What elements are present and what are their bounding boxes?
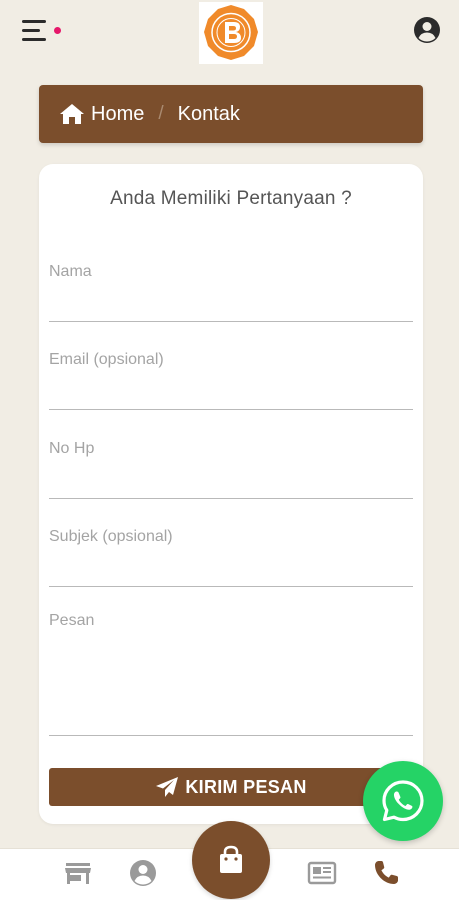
cart-button[interactable]: [192, 821, 270, 899]
phone-field-wrapper: [49, 435, 413, 499]
name-field[interactable]: [49, 258, 413, 322]
email-field-wrapper: [49, 346, 413, 410]
hamburger-menu-icon: [22, 20, 46, 23]
breadcrumb-current: Kontak: [177, 102, 240, 125]
subject-field[interactable]: [49, 523, 413, 587]
store-icon: [65, 863, 91, 884]
account-icon: [130, 860, 156, 886]
hamburger-menu-icon-bar: [22, 38, 46, 41]
subject-field-wrapper: [49, 523, 413, 587]
phone-field[interactable]: [49, 435, 413, 499]
newspaper-icon: [307, 861, 337, 885]
nav-store[interactable]: [62, 857, 94, 889]
logo-icon: [204, 5, 258, 60]
message-field-wrapper: [49, 612, 413, 741]
phone-icon: [375, 861, 398, 884]
email-field[interactable]: [49, 346, 413, 410]
whatsapp-button[interactable]: [363, 761, 443, 841]
whatsapp-icon: [382, 780, 424, 822]
breadcrumb-home-label: Home: [91, 102, 145, 125]
menu-button[interactable]: [20, 18, 64, 44]
nav-account[interactable]: [127, 857, 159, 889]
home-icon: [60, 104, 84, 124]
send-message-button[interactable]: KIRIM PESAN: [49, 768, 413, 806]
message-field[interactable]: [49, 612, 413, 736]
notification-dot: [54, 27, 61, 34]
shopping-bag-icon: [220, 845, 242, 873]
account-circle-icon: [414, 17, 440, 43]
nav-phone[interactable]: [370, 857, 402, 889]
name-field-wrapper: [49, 258, 413, 322]
top-bar: [0, 0, 459, 64]
breadcrumb: Home / Kontak: [39, 85, 423, 143]
form-title: Anda Memiliki Pertanyaan ?: [110, 188, 352, 209]
breadcrumb-home-link[interactable]: Home: [59, 103, 144, 126]
breadcrumb-separator: /: [158, 103, 164, 124]
nav-news[interactable]: [306, 857, 338, 889]
paper-plane-icon: [156, 777, 179, 797]
account-button[interactable]: [412, 15, 442, 45]
brand-logo[interactable]: [199, 2, 263, 64]
hamburger-menu-icon-bar: [22, 29, 40, 32]
send-message-label: KIRIM PESAN: [185, 776, 307, 797]
contact-form-card: Anda Memiliki Pertanyaan ? KIRIM PESAN: [39, 164, 423, 824]
